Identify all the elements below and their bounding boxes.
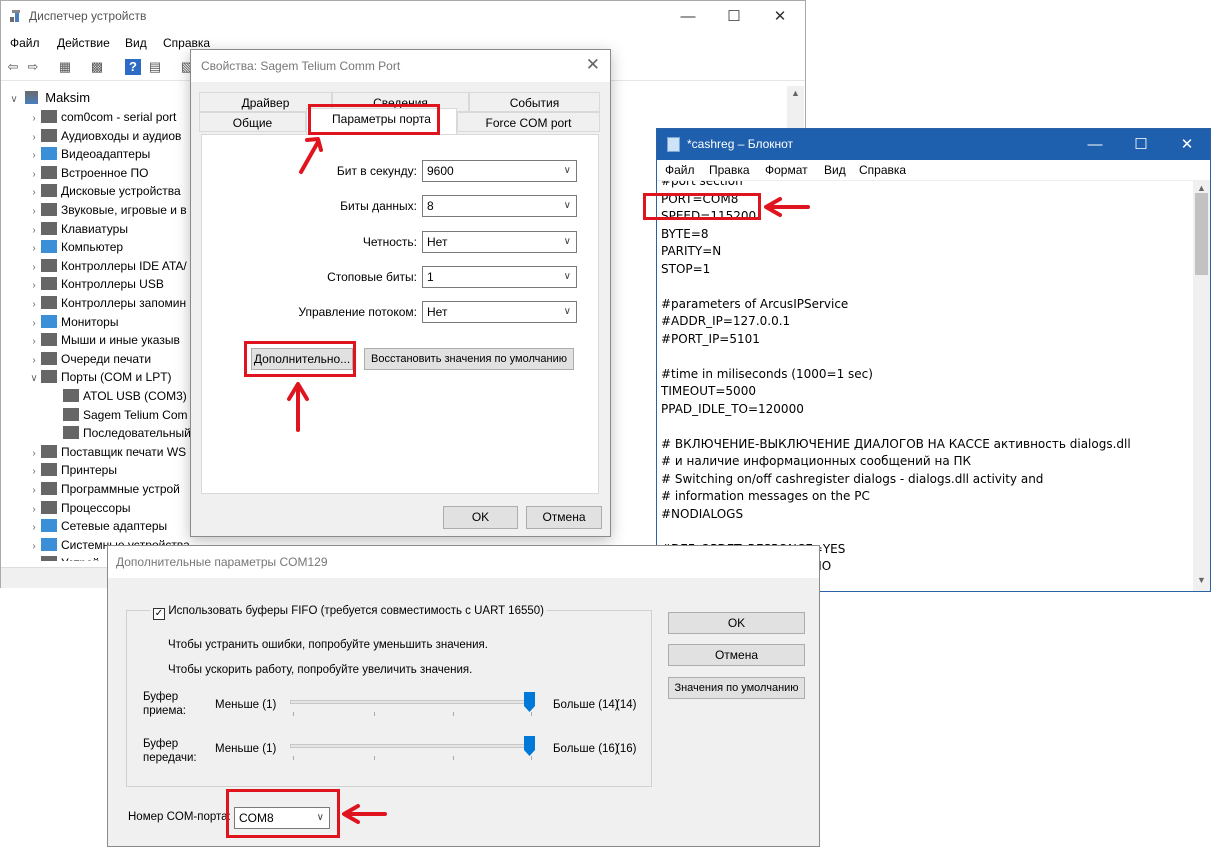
arrow-to-advanced [287, 382, 309, 432]
arrow-to-tab [299, 137, 323, 174]
arrow-to-com-select [342, 804, 387, 824]
annotation-arrows [287, 137, 810, 824]
arrow-to-port-line [764, 197, 810, 217]
